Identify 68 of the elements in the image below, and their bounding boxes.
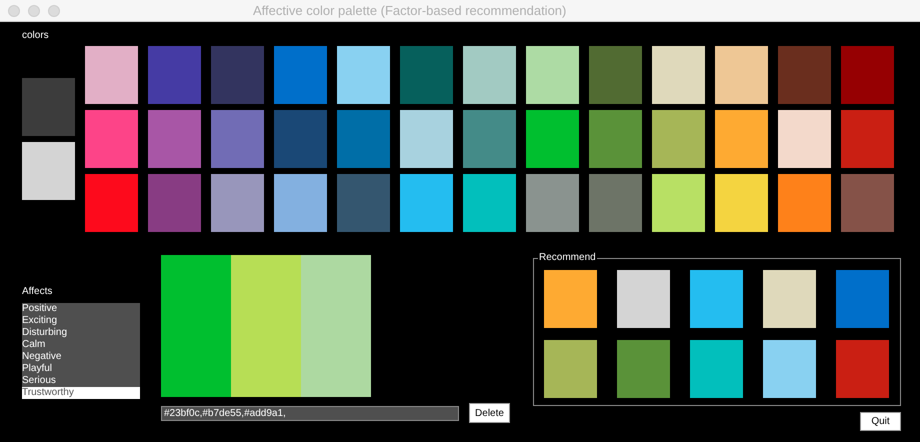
color-swatch[interactable] <box>274 46 327 104</box>
color-swatch[interactable] <box>778 46 831 104</box>
color-swatch[interactable] <box>85 110 138 168</box>
color-swatch[interactable] <box>841 174 894 232</box>
color-swatch[interactable] <box>841 110 894 168</box>
list-item[interactable]: Positive <box>22 303 140 315</box>
minimize-window-icon[interactable] <box>28 4 40 16</box>
color-swatch[interactable] <box>85 174 138 232</box>
color-swatch[interactable] <box>544 340 597 398</box>
color-swatch[interactable] <box>715 46 768 104</box>
zoom-window-icon[interactable] <box>48 4 60 16</box>
section-label: Affects <box>22 285 52 299</box>
list-item[interactable]: Exciting <box>22 315 140 327</box>
color-swatch[interactable] <box>400 174 453 232</box>
section-label: colors <box>22 29 49 43</box>
color-swatch[interactable] <box>526 46 579 104</box>
color-swatch[interactable] <box>778 110 831 168</box>
color-swatch[interactable] <box>337 174 390 232</box>
color-swatch[interactable] <box>763 270 816 328</box>
color-swatch[interactable] <box>22 142 75 200</box>
input-field[interactable]: #23bf0c,#b7de55,#add9a1, <box>161 406 459 420</box>
color-swatch[interactable] <box>463 110 516 168</box>
color-swatch[interactable] <box>715 174 768 232</box>
color-swatch[interactable] <box>274 174 327 232</box>
list-item[interactable]: Disturbing <box>22 327 140 339</box>
color-swatch[interactable] <box>337 46 390 104</box>
quit-button[interactable]: Quit <box>860 412 901 431</box>
color-swatch[interactable] <box>589 46 642 104</box>
list-item[interactable]: Trustworthy <box>22 387 140 399</box>
color-swatch[interactable] <box>652 110 705 168</box>
color-swatch[interactable] <box>690 340 743 398</box>
color-swatch[interactable] <box>526 110 579 168</box>
list-item[interactable]: Calm <box>22 339 140 351</box>
color-swatch[interactable] <box>148 174 201 232</box>
color-swatch[interactable] <box>652 174 705 232</box>
color-swatch[interactable] <box>148 46 201 104</box>
color-swatch[interactable] <box>274 110 327 168</box>
color-swatch[interactable] <box>690 270 743 328</box>
list-item[interactable]: Playful <box>22 363 140 375</box>
color-swatch[interactable] <box>463 46 516 104</box>
color-swatch[interactable] <box>337 110 390 168</box>
color-swatch[interactable] <box>400 46 453 104</box>
color-swatch[interactable] <box>148 110 201 168</box>
color-swatch[interactable] <box>544 270 597 328</box>
color-swatch[interactable] <box>836 340 889 398</box>
color-swatch[interactable] <box>526 174 579 232</box>
close-window-icon[interactable] <box>8 4 20 16</box>
window-title: Affective color palette (Factor-based recommendation) <box>253 2 566 20</box>
color-swatch[interactable] <box>211 46 264 104</box>
color-swatch[interactable] <box>652 46 705 104</box>
delete-button[interactable]: Delete <box>469 403 510 423</box>
color-swatch[interactable] <box>22 78 75 136</box>
list-item[interactable]: Serious <box>22 375 140 387</box>
list-item[interactable]: Negative <box>22 351 140 363</box>
color-swatch[interactable] <box>617 340 670 398</box>
color-swatch[interactable] <box>841 46 894 104</box>
color-swatch[interactable] <box>400 110 453 168</box>
color-swatch[interactable] <box>617 270 670 328</box>
color-swatch[interactable] <box>463 174 516 232</box>
color-swatch[interactable] <box>85 46 138 104</box>
color-swatch[interactable] <box>715 110 768 168</box>
color-swatch[interactable] <box>589 110 642 168</box>
color-swatch[interactable] <box>589 174 642 232</box>
color-swatch[interactable] <box>211 174 264 232</box>
color-swatch[interactable] <box>211 110 264 168</box>
color-swatch[interactable] <box>763 340 816 398</box>
color-swatch[interactable] <box>778 174 831 232</box>
color-swatch[interactable] <box>836 270 889 328</box>
